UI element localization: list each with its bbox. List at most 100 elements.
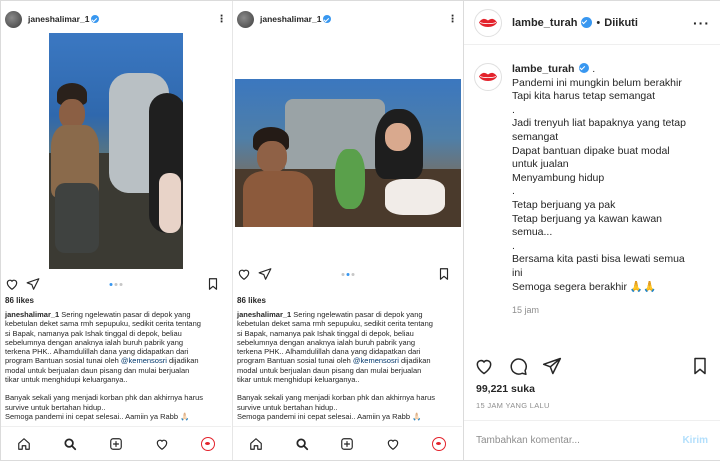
caption-line: modal untuk berjualan daun pisang dan mu…: [237, 365, 422, 375]
caption-block: lambe_turah . Pandemi ini mungkin belum …: [474, 63, 712, 318]
bookmark-icon[interactable]: [437, 267, 451, 281]
avatar[interactable]: [474, 8, 502, 37]
likes-count[interactable]: 99,221 suka: [476, 383, 535, 395]
caption-line: kebetulan deket sama rmh sepupuku, sedik…: [5, 319, 201, 329]
new-post-icon[interactable]: [109, 437, 123, 451]
caption-line: Dapat bantuan dipake buat modal: [512, 144, 670, 157]
caption-line: Sering ngelewatin pasar di depok yang: [293, 310, 423, 319]
heart-icon[interactable]: [474, 356, 494, 376]
caption-username[interactable]: janeshalimar_1: [237, 310, 291, 319]
caption-line: ini: [512, 266, 523, 279]
caption-line: survive untuk bertahan hidup..: [237, 402, 338, 412]
activity-heart-icon[interactable]: [155, 437, 169, 451]
caption-line: sebelumnya dengan anaknya ialah buruh pa…: [5, 337, 184, 347]
caption-line: .: [512, 239, 515, 252]
search-icon[interactable]: [63, 437, 77, 451]
post-actions: [237, 265, 458, 283]
mention-link[interactable]: @kemensosri: [121, 356, 167, 365]
comment-input[interactable]: [476, 435, 683, 446]
avatar[interactable]: [237, 10, 254, 28]
caption-line: kebetulan deket sama rmh sepupuku, sedik…: [237, 319, 433, 329]
caption-line: tikar untuk menghidupi keluarganya..: [237, 375, 360, 385]
home-icon[interactable]: [249, 437, 263, 451]
lips-logo-icon: [479, 18, 497, 27]
lips-logo-icon: [479, 72, 497, 81]
screenshot-root: janeshalimar_1 ⋮ 86 likes janeshalimar_1…: [0, 0, 720, 461]
post-photo: [235, 79, 461, 227]
more-options-icon[interactable]: ⋮: [217, 14, 228, 25]
post-photo: [49, 33, 183, 269]
avatar[interactable]: [5, 10, 22, 28]
post-detail-panel: lambe_turah • Diikuti ··· lambe_turah . …: [463, 1, 720, 460]
likes-count[interactable]: 86 likes: [237, 296, 266, 305]
caption-line: Tetap berjuang ya kawan kawan: [512, 212, 663, 225]
caption-line: Semoga pandemi ini cepat selesai.. Aamii…: [5, 411, 190, 421]
post-caption: janeshalimar_1 Sering ngelewatin pasar d…: [237, 310, 456, 421]
post-caption: janeshalimar_1 Sering ngelewatin pasar d…: [5, 310, 225, 421]
avatar[interactable]: [474, 63, 502, 91]
post-actions: [5, 275, 227, 293]
caption-line: Menyambung hidup: [512, 171, 605, 184]
caption-line: .: [512, 185, 515, 198]
caption-line: survive untuk bertahan hidup..: [5, 402, 106, 412]
more-options-icon[interactable]: ···: [693, 15, 710, 31]
mention-link[interactable]: @kemensosri: [353, 356, 399, 365]
separator-dot: •: [596, 16, 601, 29]
search-icon[interactable]: [295, 437, 309, 451]
caption-line: Tapi kita harus tetap semangat: [512, 90, 656, 103]
caption-timestamp[interactable]: 15 jam: [512, 304, 686, 318]
phone-screenshot-middle: janeshalimar_1 ⋮ 86 likes janeshalimar_1…: [232, 1, 462, 460]
caption-username[interactable]: janeshalimar_1: [5, 310, 59, 319]
share-icon[interactable]: [258, 267, 272, 281]
verified-badge-icon: [91, 15, 100, 23]
new-post-icon[interactable]: [340, 437, 354, 451]
verified-badge-icon: [579, 63, 590, 73]
comment-icon[interactable]: [508, 356, 528, 376]
caption-line: Semoga pandemi ini cepat selesai.. Aamii…: [237, 411, 422, 421]
caption-line: semangat: [512, 130, 559, 143]
caption-line: terkena PHK.. Alhamdulillah dana yang di…: [237, 347, 421, 357]
caption-line: Pandemi ini mungkin belum berakhir: [512, 76, 682, 89]
home-icon[interactable]: [17, 437, 31, 451]
bookmark-icon[interactable]: [690, 356, 710, 376]
caption-line: dijadikan: [166, 356, 199, 366]
post-comment-button[interactable]: Kirim: [682, 435, 708, 446]
caption-line: untuk jualan: [512, 158, 569, 171]
more-options-icon[interactable]: ⋮: [448, 14, 459, 25]
comment-bar: Kirim: [464, 420, 720, 460]
likes-count[interactable]: 86 likes: [5, 296, 34, 305]
post-username[interactable]: lambe_turah: [512, 17, 577, 29]
caption-line: Jadi trenyuh liat bapaknya yang tetap: [512, 117, 686, 130]
verified-badge-icon: [323, 15, 332, 23]
bookmark-icon[interactable]: [206, 277, 220, 291]
heart-icon[interactable]: [5, 277, 19, 291]
caption-username[interactable]: lambe_turah: [512, 63, 574, 75]
caption-line: terkena PHK.. Alhamdulillah dana yang di…: [5, 347, 189, 357]
follow-status-button[interactable]: Diikuti: [604, 17, 638, 29]
post-username[interactable]: janeshalimar_1: [260, 14, 321, 24]
post-username[interactable]: janeshalimar_1: [28, 14, 89, 24]
activity-heart-icon[interactable]: [386, 437, 400, 451]
heart-icon[interactable]: [237, 267, 251, 281]
phone-screenshot-left: janeshalimar_1 ⋮ 86 likes janeshalimar_1…: [1, 1, 231, 460]
post-date: 15 JAM YANG LALU: [476, 401, 550, 410]
caption-line: .: [512, 103, 515, 116]
bottom-tab-bar: [233, 426, 462, 460]
caption-line: Sering ngelewatin pasar di depok yang: [61, 310, 191, 319]
profile-avatar-icon[interactable]: [201, 436, 215, 451]
caption-line: Semoga segera berakhir 🙏🙏: [512, 280, 657, 293]
share-icon[interactable]: [542, 356, 562, 376]
caption-line: Tetap berjuang ya pak: [512, 198, 616, 211]
caption-line: Bersama kita pasti bisa lewati semua: [512, 253, 685, 266]
caption-line: modal untuk berjualan daun pisang dan mu…: [5, 365, 190, 375]
bottom-tab-bar: [1, 426, 231, 460]
caption-line: dijadikan: [398, 356, 431, 366]
caption-line: Banyak sekali yang menjadi korban phk da…: [237, 393, 436, 403]
caption-line: program Bantuan sosial tunai oleh: [5, 356, 119, 366]
caption-line: semua...: [512, 226, 553, 239]
profile-avatar-icon[interactable]: [432, 436, 447, 451]
caption-line: si Bapak, namanya pak Ishak tinggal di d…: [237, 328, 414, 338]
caption-line: program Bantuan sosial tunai oleh: [237, 356, 351, 366]
share-icon[interactable]: [26, 277, 40, 291]
carousel-dots: [109, 282, 123, 286]
